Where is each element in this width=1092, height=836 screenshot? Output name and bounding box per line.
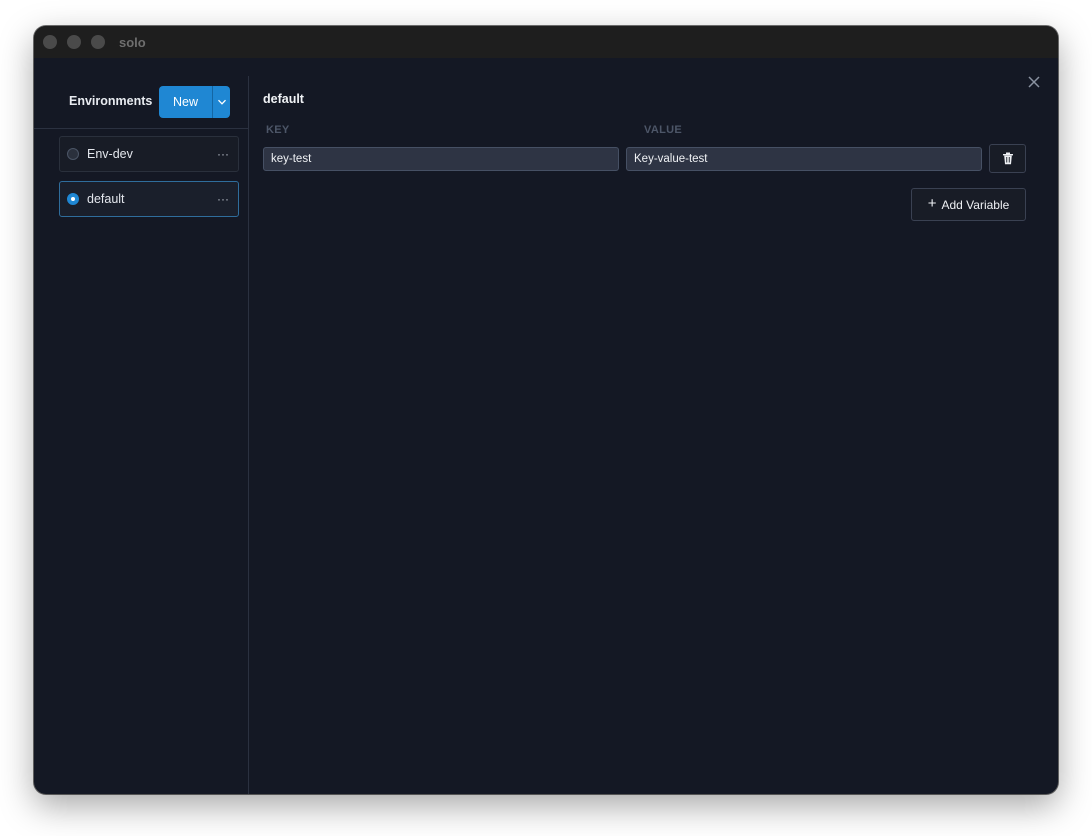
more-options-icon[interactable]: ··· [217, 192, 229, 206]
variable-key-input[interactable] [263, 147, 619, 171]
new-environment-button-group: New [159, 86, 230, 118]
close-window-button[interactable] [43, 35, 57, 49]
environment-item-env-dev[interactable]: Env-dev ··· [59, 136, 239, 172]
sidebar-header: Environments New [34, 76, 248, 129]
chevron-down-icon [217, 99, 226, 105]
window-title: solo [119, 34, 146, 50]
sidebar-title: Environments [69, 94, 153, 108]
add-variable-label: Add Variable [941, 197, 1010, 212]
minimize-window-button[interactable] [67, 35, 81, 49]
delete-variable-button[interactable] [989, 144, 1026, 173]
app-window: solo Environments New Env-dev ··· defaul… [34, 26, 1058, 794]
environment-editor: default KEY VALUE + Add Variable [249, 76, 1058, 794]
environment-item-default[interactable]: default ··· [59, 181, 239, 217]
environment-name: default [87, 192, 125, 206]
zoom-window-button[interactable] [91, 35, 105, 49]
new-environment-button[interactable]: New [159, 86, 212, 118]
environment-name: Env-dev [87, 147, 133, 161]
more-options-icon[interactable]: ··· [217, 147, 229, 161]
title-bar: solo [34, 26, 1058, 58]
value-column-header: VALUE [644, 124, 682, 136]
environment-radio[interactable] [67, 148, 79, 160]
trash-icon [1002, 152, 1013, 165]
variable-value-input[interactable] [626, 147, 982, 171]
close-icon[interactable] [1026, 74, 1042, 90]
environment-title: default [263, 92, 304, 106]
environment-radio-selected[interactable] [67, 193, 79, 205]
plus-icon: + [927, 195, 937, 212]
add-variable-button[interactable]: + Add Variable [911, 188, 1026, 221]
window-controls [43, 35, 105, 49]
key-column-header: KEY [266, 124, 290, 136]
environments-sidebar: Environments New Env-dev ··· default ··· [34, 76, 249, 794]
new-environment-dropdown-button[interactable] [212, 86, 230, 118]
